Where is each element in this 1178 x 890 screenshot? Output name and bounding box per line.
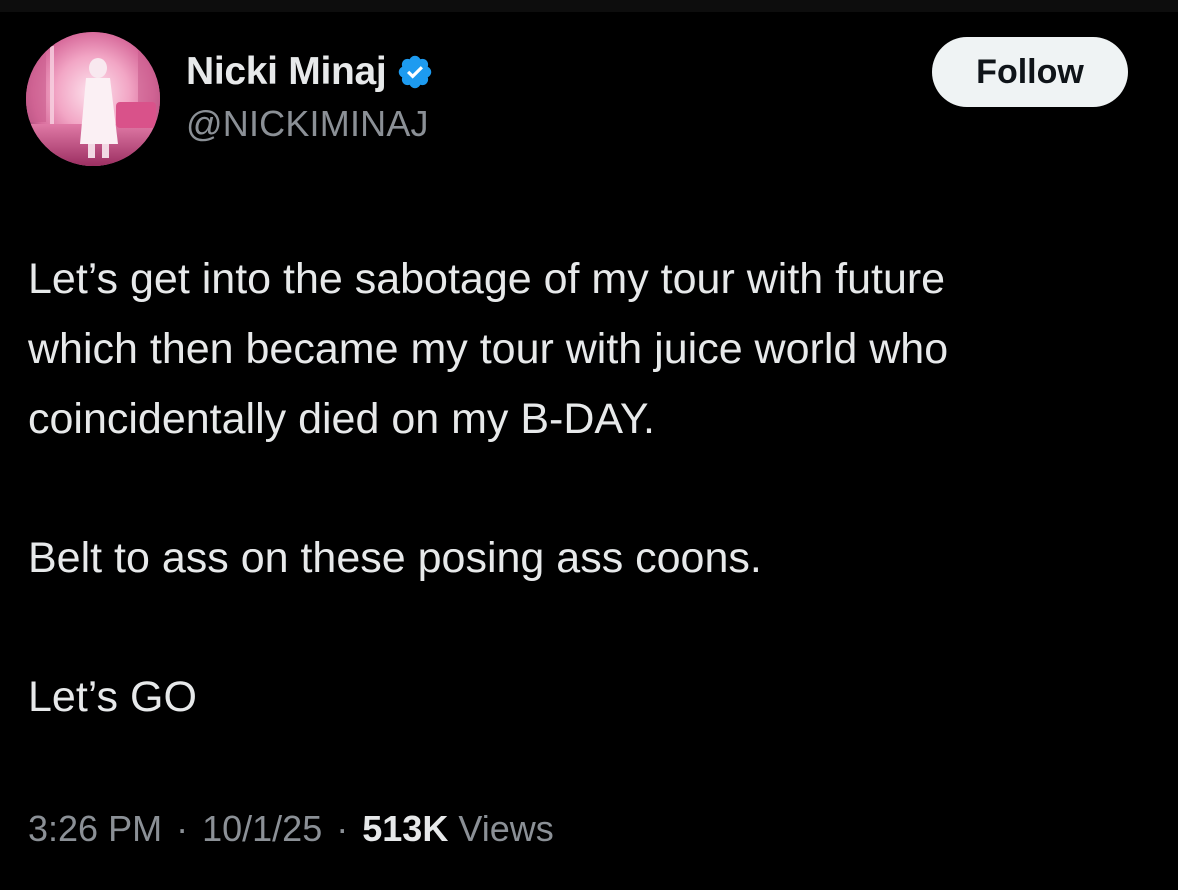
author-name-row: Nicki Minaj: [186, 46, 434, 98]
tweet-line: Let’s get into the sabotage of my tour w…: [28, 255, 946, 303]
top-divider: [0, 0, 1178, 12]
meta-separator: ·: [176, 808, 189, 849]
tweet-line: Let’s GO: [28, 673, 197, 721]
views-label: Views: [458, 808, 554, 849]
profile-avatar[interactable]: [26, 32, 160, 166]
meta-separator: ·: [336, 808, 349, 849]
author-handle[interactable]: @NICKIMINAJ: [186, 103, 429, 145]
tweet-text: Let’s get into the sabotage of my tour w…: [28, 244, 1158, 732]
views-count[interactable]: 513K: [362, 808, 448, 849]
tweet-metadata: 3:26 PM · 10/1/25 · 513K Views: [28, 808, 554, 850]
tweet-line: coincidentally died on my B-DAY.: [28, 395, 656, 443]
tweet-line: which then became my tour with juice wor…: [28, 325, 949, 373]
author-display-name[interactable]: Nicki Minaj: [186, 50, 387, 94]
tweet-date[interactable]: 10/1/25: [202, 808, 322, 849]
verified-badge-icon[interactable]: [396, 53, 434, 91]
follow-button[interactable]: Follow: [932, 37, 1128, 107]
tweet-line: Belt to ass on these posing ass coons.: [28, 534, 762, 582]
tweet-time[interactable]: 3:26 PM: [28, 808, 162, 849]
